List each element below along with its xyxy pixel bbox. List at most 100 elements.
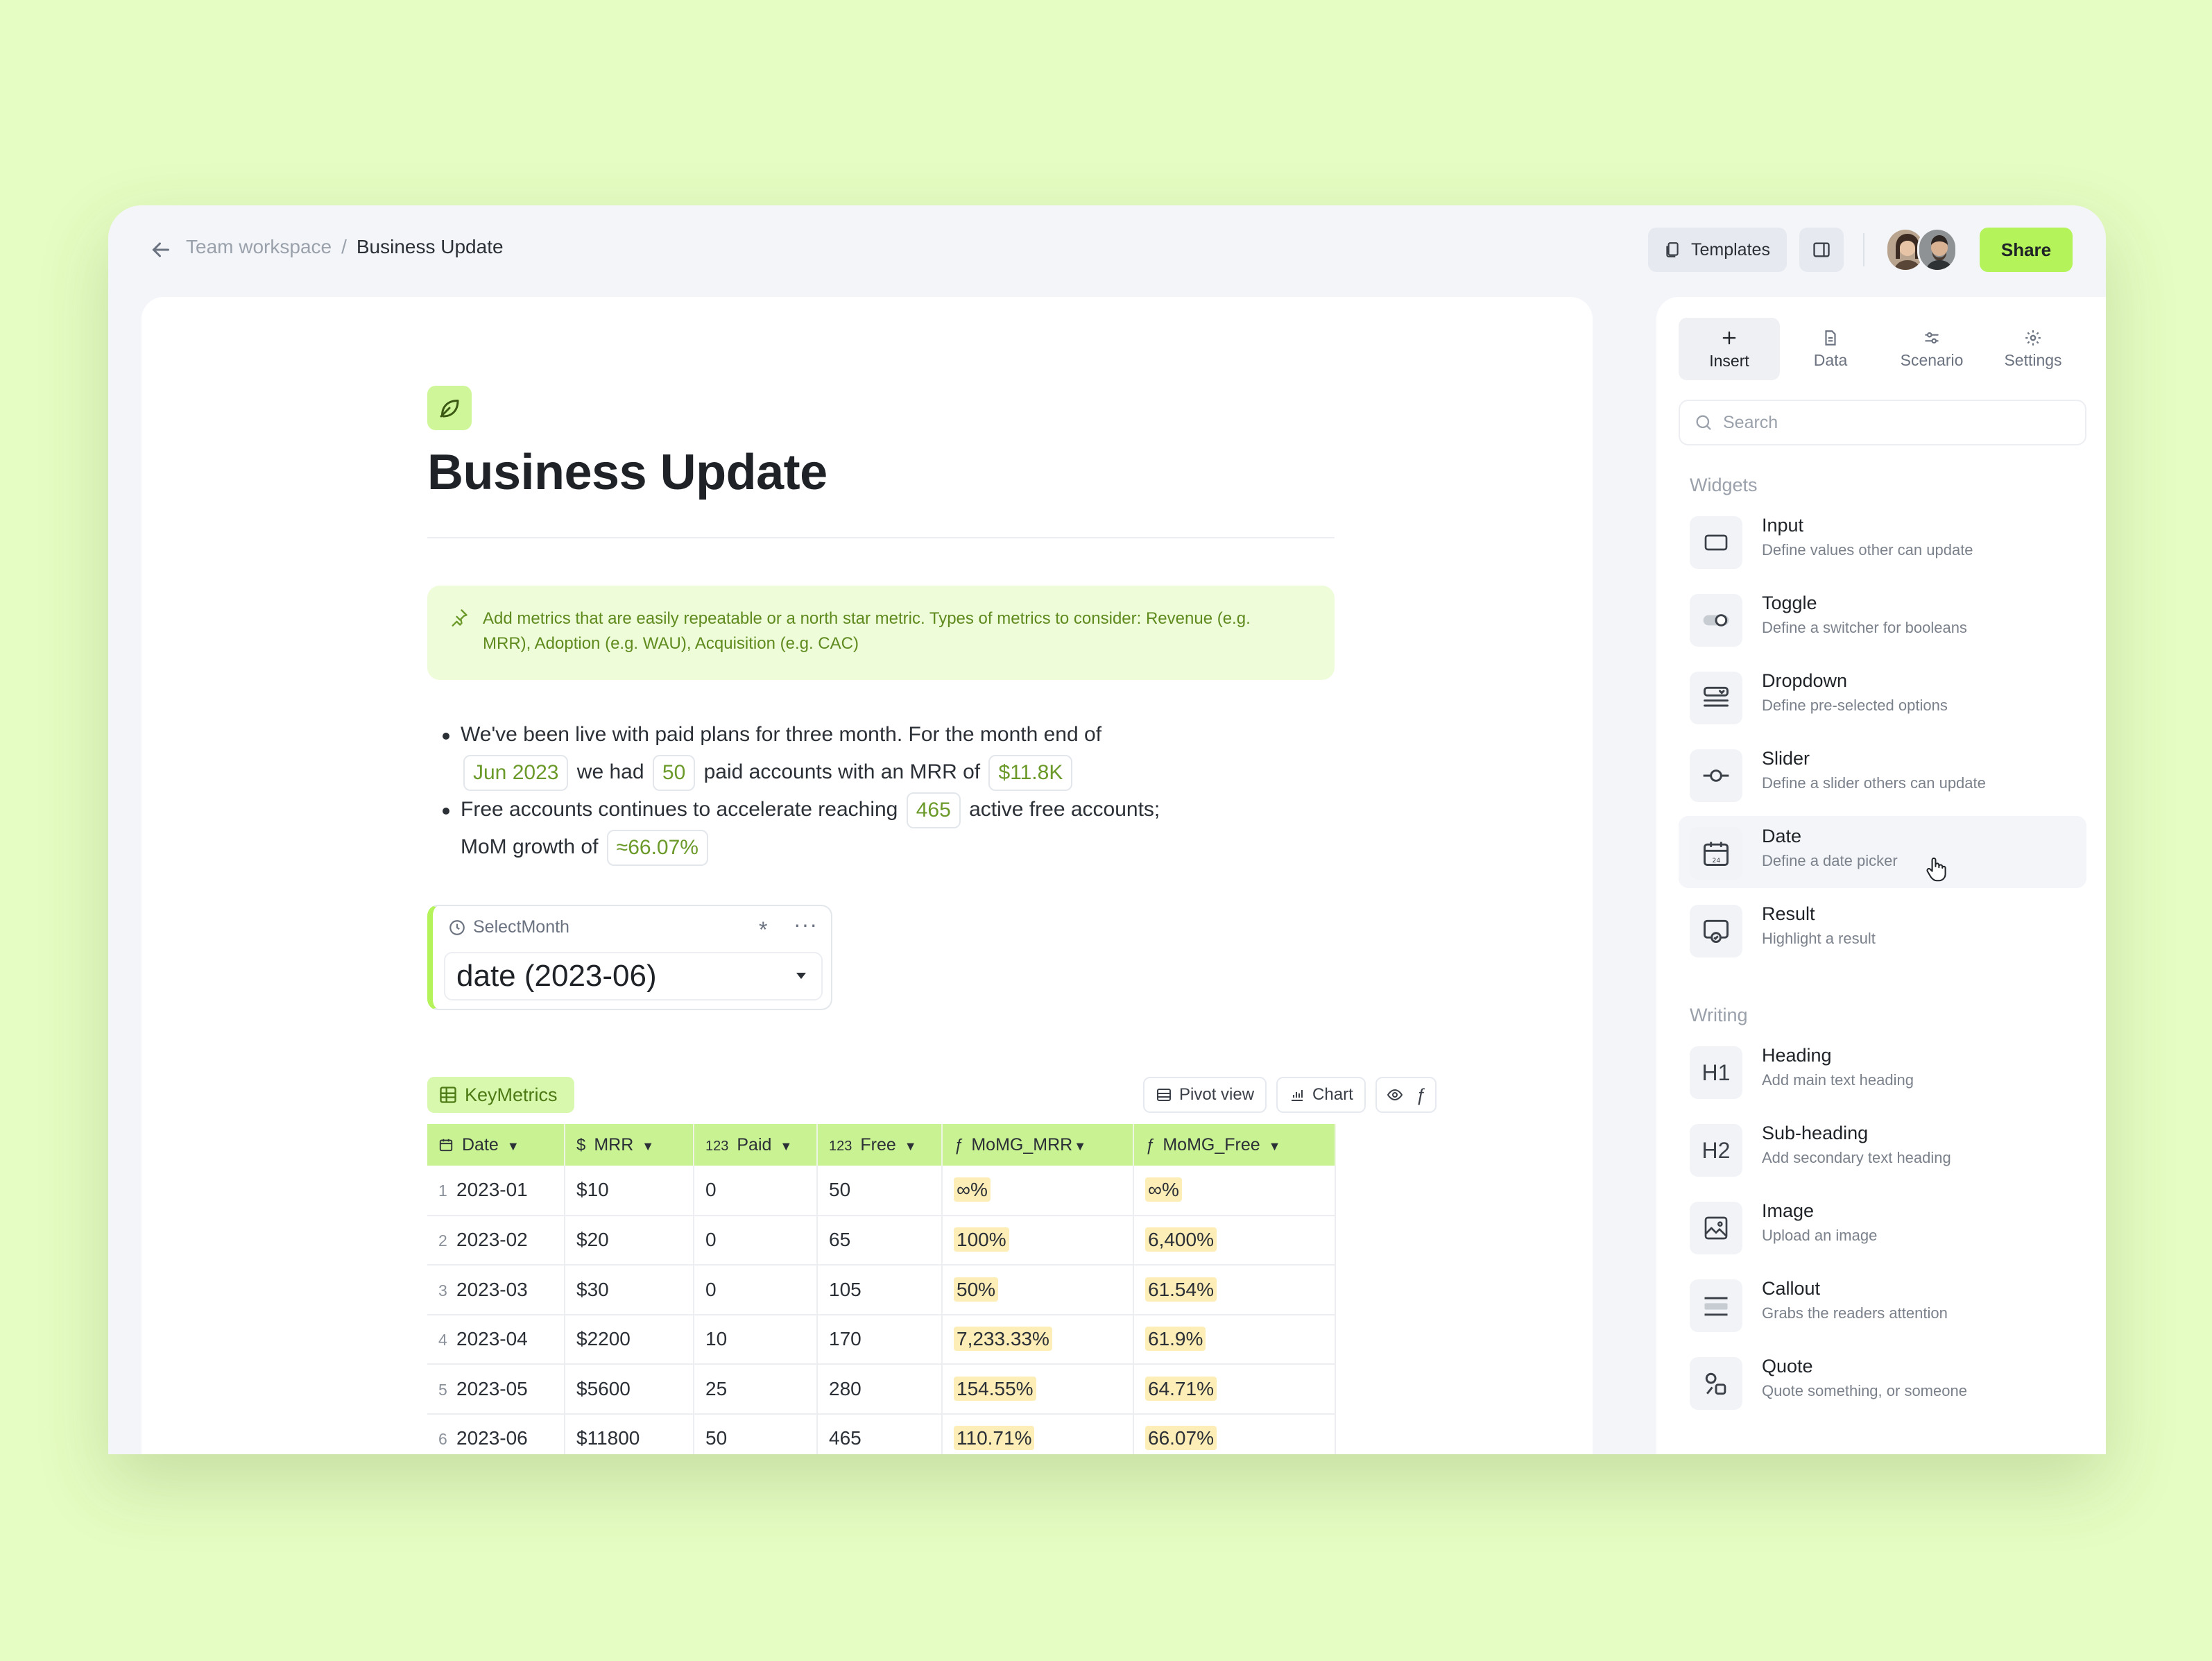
pivot-view-button[interactable]: Pivot view bbox=[1143, 1077, 1267, 1113]
momg-mrr-cell[interactable]: 7,233.33% bbox=[942, 1314, 1134, 1365]
mrr-cell[interactable]: $2200 bbox=[565, 1314, 694, 1365]
page-title[interactable]: Business Update bbox=[427, 444, 828, 501]
table-row[interactable]: 3 2023-03 $30 0 105 50% 61.54% bbox=[427, 1265, 1336, 1315]
caret-down-icon: ▼ bbox=[780, 1139, 793, 1153]
paid-chip[interactable]: 50 bbox=[652, 755, 696, 792]
date-cell[interactable]: 2 2023-02 bbox=[427, 1215, 565, 1266]
momg-free-cell[interactable]: 64.71% bbox=[1133, 1364, 1336, 1415]
collaborator-avatars[interactable] bbox=[1885, 228, 1957, 272]
table-row[interactable]: 1 2023-01 $10 0 50 ∞% ∞% bbox=[427, 1166, 1336, 1216]
widget-name: Input bbox=[1762, 515, 1804, 536]
mrr-cell[interactable]: $11800 bbox=[565, 1413, 694, 1454]
momg-free-cell[interactable]: ∞% bbox=[1133, 1166, 1336, 1216]
free-cell[interactable]: 465 bbox=[817, 1413, 943, 1454]
widget-toggle[interactable]: Toggle Define a switcher for booleans bbox=[1679, 583, 2086, 655]
momg-mrr-cell[interactable]: 110.71% bbox=[942, 1413, 1134, 1454]
chart-button[interactable]: Chart bbox=[1276, 1077, 1366, 1113]
leaf-icon[interactable] bbox=[427, 386, 472, 430]
callout-text: Add metrics that are easily repeatable o… bbox=[483, 609, 1251, 653]
panel-tabs: Insert Data Scenario Settings bbox=[1679, 318, 2084, 380]
more-icon[interactable]: ··· bbox=[794, 912, 818, 937]
paid-cell[interactable]: 25 bbox=[694, 1364, 818, 1415]
momg-free-cell[interactable]: 6,400% bbox=[1133, 1215, 1336, 1266]
month-select[interactable]: date (2023-06) bbox=[444, 952, 823, 1000]
templates-button[interactable]: Templates bbox=[1648, 228, 1787, 272]
column-header-mrr[interactable]: $ MRR ▼ bbox=[565, 1124, 694, 1166]
momg-mrr-cell[interactable]: 154.55% bbox=[942, 1364, 1134, 1415]
avatar[interactable] bbox=[1917, 228, 1957, 272]
tab-insert[interactable]: Insert bbox=[1679, 318, 1780, 380]
free-cell[interactable]: 50 bbox=[817, 1166, 943, 1216]
mrr-cell[interactable]: $30 bbox=[565, 1265, 694, 1315]
growth-chip[interactable]: ≈66.07% bbox=[606, 830, 708, 867]
tab-label: Data bbox=[1813, 350, 1848, 369]
widget-sub-heading[interactable]: H2 Sub-heading Add secondary text headin… bbox=[1679, 1113, 2086, 1185]
widget-heading[interactable]: H1 Heading Add main text heading bbox=[1679, 1035, 2086, 1107]
row-number: 1 bbox=[438, 1182, 447, 1200]
table-name-badge[interactable]: KeyMetrics bbox=[427, 1077, 574, 1113]
table-row[interactable]: 4 2023-04 $2200 10 170 7,233.33% 61.9% bbox=[427, 1314, 1336, 1365]
table-row[interactable]: 5 2023-05 $5600 25 280 154.55% 64.71% bbox=[427, 1364, 1336, 1415]
eye-icon[interactable] bbox=[1387, 1087, 1403, 1103]
function-icon[interactable]: ƒ bbox=[1416, 1084, 1425, 1106]
formula-value: 64.71% bbox=[1145, 1376, 1217, 1401]
paid-cell[interactable]: 50 bbox=[694, 1413, 818, 1454]
arrow-left-icon[interactable] bbox=[148, 237, 173, 262]
column-header-free[interactable]: 123 Free ▼ bbox=[817, 1124, 943, 1166]
chart-label: Chart bbox=[1312, 1085, 1353, 1104]
toggle-panel-button[interactable] bbox=[1799, 228, 1844, 272]
calendar-icon: 24 bbox=[1690, 827, 1742, 880]
momg-mrr-cell[interactable]: ∞% bbox=[942, 1166, 1134, 1216]
search-input[interactable]: Search bbox=[1679, 400, 2086, 445]
month-chip[interactable]: Jun 2023 bbox=[463, 755, 569, 792]
breadcrumb-separator: / bbox=[341, 236, 347, 257]
tab-settings[interactable]: Settings bbox=[1982, 318, 2084, 380]
date-cell[interactable]: 3 2023-03 bbox=[427, 1265, 565, 1315]
share-button[interactable]: Share bbox=[1980, 228, 2073, 272]
date-cell[interactable]: 1 2023-01 bbox=[427, 1166, 565, 1216]
column-header-momg-free[interactable]: ƒ MoMG_Free ▼ bbox=[1133, 1124, 1336, 1166]
momg-free-cell[interactable]: 66.07% bbox=[1133, 1413, 1336, 1454]
free-cell[interactable]: 170 bbox=[817, 1314, 943, 1365]
paid-cell[interactable]: 0 bbox=[694, 1166, 818, 1216]
paid-cell[interactable]: 10 bbox=[694, 1314, 818, 1365]
momg-free-cell[interactable]: 61.54% bbox=[1133, 1265, 1336, 1315]
widget-name: Heading bbox=[1762, 1045, 1832, 1066]
breadcrumb-parent[interactable]: Team workspace bbox=[186, 233, 332, 261]
paid-cell[interactable]: 0 bbox=[694, 1215, 818, 1266]
widget-date[interactable]: 24 Date Define a date picker bbox=[1679, 816, 2086, 888]
widget-quote[interactable]: Quote Quote something, or someone bbox=[1679, 1346, 2086, 1418]
date-cell[interactable]: 5 2023-05 bbox=[427, 1364, 565, 1415]
free-cell[interactable]: 280 bbox=[817, 1364, 943, 1415]
widget-slider[interactable]: Slider Define a slider others can update bbox=[1679, 738, 2086, 810]
widget-dropdown[interactable]: Dropdown Define pre-selected options bbox=[1679, 661, 2086, 733]
mrr-chip[interactable]: $11.8K bbox=[988, 755, 1073, 792]
tab-scenario[interactable]: Scenario bbox=[1881, 318, 1982, 380]
tab-data[interactable]: Data bbox=[1780, 318, 1881, 380]
widget-image[interactable]: Image Upload an image bbox=[1679, 1191, 2086, 1263]
date-cell[interactable]: 6 2023-06 bbox=[427, 1413, 565, 1454]
column-header-paid[interactable]: 123 Paid ▼ bbox=[694, 1124, 818, 1166]
asterisk-icon[interactable]: * bbox=[759, 917, 767, 943]
free-cell[interactable]: 105 bbox=[817, 1265, 943, 1315]
column-header-date[interactable]: Date ▼ bbox=[427, 1124, 565, 1166]
callout-block[interactable]: Add metrics that are easily repeatable o… bbox=[427, 586, 1335, 680]
table-row[interactable]: 6 2023-06 $11800 50 465 110.71% 66.07% bbox=[427, 1413, 1336, 1454]
mrr-cell[interactable]: $20 bbox=[565, 1215, 694, 1266]
caret-down-icon bbox=[796, 973, 806, 979]
momg-mrr-cell[interactable]: 50% bbox=[942, 1265, 1134, 1315]
select-month-widget[interactable]: SelectMonth * ··· date (2023-06) bbox=[427, 905, 832, 1010]
widget-input[interactable]: Input Define values other can update bbox=[1679, 505, 2086, 577]
mrr-cell[interactable]: $5600 bbox=[565, 1364, 694, 1415]
paid-cell[interactable]: 0 bbox=[694, 1265, 818, 1315]
table-row[interactable]: 2 2023-02 $20 0 65 100% 6,400% bbox=[427, 1215, 1336, 1266]
column-header-momg-mrr[interactable]: ƒ MoMG_MRR ▼ bbox=[942, 1124, 1134, 1166]
widget-result[interactable]: Result Highlight a result bbox=[1679, 894, 2086, 966]
momg-mrr-cell[interactable]: 100% bbox=[942, 1215, 1134, 1266]
free-cell[interactable]: 65 bbox=[817, 1215, 943, 1266]
free-chip[interactable]: 465 bbox=[906, 792, 961, 829]
mrr-cell[interactable]: $10 bbox=[565, 1166, 694, 1216]
momg-free-cell[interactable]: 61.9% bbox=[1133, 1314, 1336, 1365]
date-cell[interactable]: 4 2023-04 bbox=[427, 1314, 565, 1365]
widget-callout[interactable]: Callout Grabs the readers attention bbox=[1679, 1268, 2086, 1340]
